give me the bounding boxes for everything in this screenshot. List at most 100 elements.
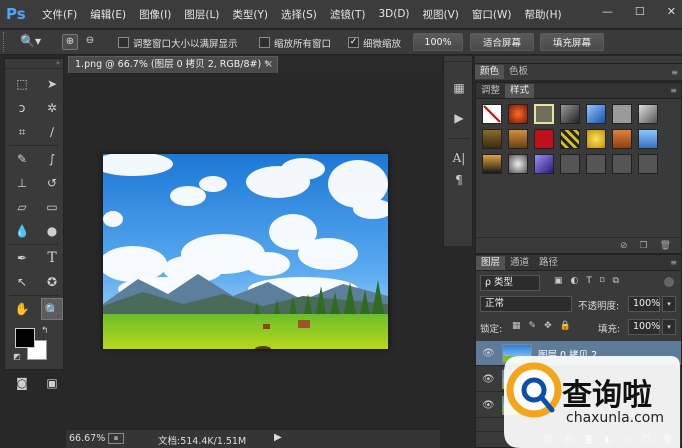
layer-visibility-eye-icon[interactable]: 👁 <box>482 348 495 359</box>
brush-tool-icon[interactable]: ∫ <box>41 148 63 170</box>
menu-file[interactable]: 文件(F) <box>42 7 77 22</box>
layer-visibility-eye-icon[interactable]: 👁 <box>482 400 495 411</box>
filter-smart-object-icon[interactable]: ⧉ <box>613 276 619 286</box>
lock-transparent-icon[interactable]: ▦ <box>512 321 521 331</box>
zoom-100-button[interactable]: 100% <box>413 33 463 51</box>
style-swatch[interactable] <box>534 154 554 174</box>
actions-panel-icon[interactable]: ▶ <box>448 108 470 128</box>
resize-window-checkbox[interactable] <box>118 37 129 48</box>
tab-channels[interactable]: 通道 <box>505 256 534 270</box>
zoom-all-windows-checkbox[interactable] <box>259 37 270 48</box>
lasso-tool-icon[interactable]: ↄ <box>11 97 33 119</box>
style-swatch[interactable] <box>560 154 580 174</box>
paragraph-panel-icon[interactable]: ¶ <box>448 170 470 190</box>
blur-tool-icon[interactable]: 💧 <box>11 220 33 242</box>
styles-menu-icon[interactable]: ≡ <box>670 86 677 95</box>
style-swatch[interactable] <box>482 129 502 149</box>
menu-view[interactable]: 视图(V) <box>423 7 459 22</box>
history-panel-icon[interactable]: ▦ <box>448 78 470 98</box>
style-swatch-none[interactable] <box>482 104 502 124</box>
filter-toggle-icon[interactable] <box>664 277 674 287</box>
style-swatch[interactable] <box>638 154 658 174</box>
marquee-tool-icon[interactable]: ⬚ <box>11 73 33 95</box>
layer-filter-select[interactable]: ρ 类型 <box>480 275 540 291</box>
tab-adjustments[interactable]: 调整 <box>476 84 505 98</box>
menu-filter[interactable]: 滤镜(T) <box>330 7 366 22</box>
fill-input[interactable]: 100% <box>628 319 660 335</box>
move-tool-icon[interactable]: ➤ <box>41 73 63 95</box>
tab-swatches[interactable]: 色板 <box>504 65 533 79</box>
style-swatch[interactable] <box>508 129 528 149</box>
document-tab[interactable]: 1.png @ 66.7% (图层 0 拷贝 2, RGB/8#) * × <box>68 56 278 73</box>
zoom-level[interactable]: 66.67% <box>69 433 105 444</box>
hand-tool-icon[interactable]: ✋ <box>11 298 33 320</box>
zoom-tool-preset-icon[interactable]: 🔍▾ <box>20 34 46 50</box>
new-style-icon[interactable]: ❐ <box>639 241 647 251</box>
layers-menu-icon[interactable]: ≡ <box>670 258 677 267</box>
style-swatch[interactable] <box>612 129 632 149</box>
menu-image[interactable]: 图像(I) <box>139 7 171 22</box>
panel-menu-icon[interactable]: ≡ <box>671 68 678 77</box>
shape-tool-icon[interactable]: ✪ <box>41 271 63 293</box>
type-tool-icon[interactable]: T <box>41 247 63 269</box>
status-menu-arrow-icon[interactable]: ▶ <box>274 432 282 443</box>
quick-mask-icon[interactable]: ◙ <box>11 372 33 394</box>
style-swatch[interactable] <box>508 104 528 124</box>
style-swatch[interactable] <box>508 154 528 174</box>
close-document-icon[interactable]: × <box>265 57 273 72</box>
style-swatch[interactable] <box>560 104 580 124</box>
restore-button[interactable]: ☐ <box>635 5 645 18</box>
status-preview-icon[interactable]: ⧈ <box>108 433 124 444</box>
filter-adjustment-icon[interactable]: ◐ <box>571 276 579 286</box>
swap-colors-icon[interactable]: ↰ <box>41 326 49 336</box>
lock-all-icon[interactable]: 🔒 <box>560 321 571 331</box>
gradient-tool-icon[interactable]: ▭ <box>41 196 63 218</box>
fill-dropdown-icon[interactable]: ▾ <box>662 319 676 335</box>
magic-wand-tool-icon[interactable]: ✲ <box>41 97 63 119</box>
zoom-in-icon[interactable]: ⊕ <box>62 34 78 50</box>
style-swatch[interactable] <box>638 129 658 149</box>
eyedropper-tool-icon[interactable]: ∕ <box>41 121 63 143</box>
menu-layer[interactable]: 图层(L) <box>184 7 219 22</box>
layer-visibility-eye-icon[interactable]: 👁 <box>482 374 495 385</box>
menu-type[interactable]: 类型(Y) <box>232 7 268 22</box>
menu-edit[interactable]: 编辑(E) <box>90 7 126 22</box>
healing-brush-tool-icon[interactable]: ✎ <box>11 148 33 170</box>
tab-styles[interactable]: 样式 <box>505 83 535 98</box>
history-brush-tool-icon[interactable]: ↺ <box>41 172 63 194</box>
opacity-input[interactable]: 100% <box>628 296 660 312</box>
menu-3d[interactable]: 3D(D) <box>378 8 409 20</box>
tools-collapse-icon[interactable]: » <box>5 59 63 69</box>
character-panel-icon[interactable]: A| <box>448 148 470 168</box>
tab-layers[interactable]: 图层 <box>476 255 506 270</box>
tab-paths[interactable]: 路径 <box>534 256 563 270</box>
filter-type-icon[interactable]: T <box>586 276 592 286</box>
clear-style-icon[interactable]: ⊘ <box>620 241 628 251</box>
zoom-tool-icon[interactable]: 🔍 <box>41 298 63 320</box>
crop-tool-icon[interactable]: ⌗ <box>11 121 33 143</box>
lock-pixels-icon[interactable]: ✎ <box>529 321 537 331</box>
style-swatch[interactable] <box>586 129 606 149</box>
style-swatch[interactable] <box>612 154 632 174</box>
close-button[interactable]: ✕ <box>667 5 676 18</box>
path-selection-tool-icon[interactable]: ↖ <box>11 271 33 293</box>
filter-shape-icon[interactable]: ⌑ <box>600 276 605 286</box>
default-colors-icon[interactable]: ◩ <box>13 352 21 361</box>
style-swatch[interactable] <box>586 154 606 174</box>
blend-mode-select[interactable]: 正常 <box>480 296 572 312</box>
filter-pixel-icon[interactable]: ▣ <box>554 276 563 286</box>
menu-help[interactable]: 帮助(H) <box>525 7 562 22</box>
lock-position-icon[interactable]: ✥ <box>544 321 552 331</box>
style-swatch[interactable] <box>482 154 502 174</box>
clone-stamp-tool-icon[interactable]: ⊥ <box>11 172 33 194</box>
menu-window[interactable]: 窗口(W) <box>472 7 512 22</box>
style-swatch-selected[interactable] <box>534 104 554 124</box>
minimize-button[interactable]: — <box>602 5 613 18</box>
style-swatch[interactable] <box>612 104 632 124</box>
pen-tool-icon[interactable]: ✒ <box>11 247 33 269</box>
eraser-tool-icon[interactable]: ▱ <box>11 196 33 218</box>
screen-mode-icon[interactable]: ▣ <box>41 372 63 394</box>
fit-screen-button[interactable]: 适合屏幕 <box>470 33 534 51</box>
style-swatch[interactable] <box>586 104 606 124</box>
zoom-out-icon[interactable]: ⊖ <box>82 34 98 50</box>
